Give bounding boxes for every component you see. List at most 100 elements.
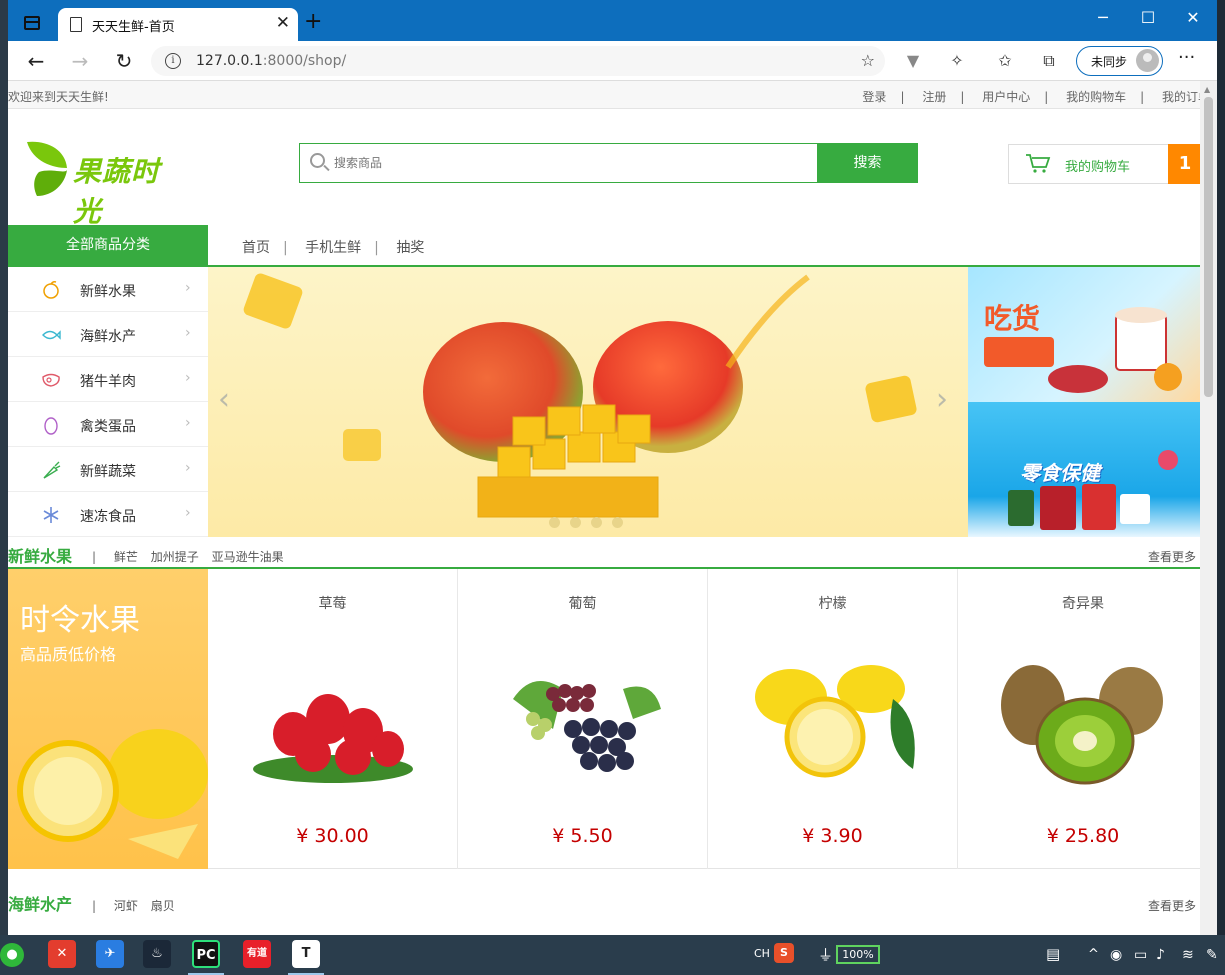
egg-icon [44, 417, 58, 435]
slider-dot[interactable] [549, 517, 560, 528]
promo-banner-snacks[interactable]: 吃货 [968, 267, 1200, 402]
sogou-icon[interactable]: S [774, 943, 794, 963]
product-card[interactable]: 奇异果 ¥ 25.80 [958, 569, 1200, 869]
category-item-eggs[interactable]: 禽类蛋品 › [8, 402, 208, 447]
sub-link-mango[interactable]: 鲜芒 [114, 550, 138, 564]
seasonal-promo[interactable]: 时令水果 高品质低价格 [8, 569, 208, 869]
floor-sub-links: | 鲜芒 加州提子 亚马逊牛油果 [92, 550, 284, 564]
floor-sub-links: | 河虾 扇贝 [92, 899, 175, 913]
search-input[interactable] [334, 153, 804, 173]
sub-link-scallop[interactable]: 扇贝 [151, 899, 175, 913]
all-categories-button[interactable]: 全部商品分类 [8, 225, 208, 265]
category-item-meat[interactable]: 猪牛羊肉 › [8, 357, 208, 402]
product-name[interactable]: 奇异果 [958, 593, 1200, 613]
volume-icon[interactable]: ♪ [1156, 947, 1165, 963]
product-price: ¥ 5.50 [552, 825, 613, 847]
category-item-fruit[interactable]: 新鲜水果 › [8, 267, 208, 312]
pen-icon[interactable]: ✎ [1206, 947, 1218, 963]
feishu-icon[interactable]: ✈ [96, 940, 124, 968]
product-card[interactable]: 草莓 ¥ 30.00 [208, 569, 458, 869]
refresh-icon[interactable]: ↻ [110, 49, 138, 73]
product-card[interactable]: 柠檬 ¥ 3.90 [708, 569, 958, 869]
meat-icon [42, 373, 60, 387]
typora-icon[interactable]: T [292, 940, 320, 968]
close-window-icon[interactable]: ✕ [1183, 8, 1203, 27]
sub-link-grapes[interactable]: 加州提子 [151, 550, 199, 564]
close-tab-icon[interactable]: ✕ [276, 13, 290, 33]
more-options-icon[interactable]: ··· [1178, 47, 1195, 68]
qq-icon[interactable]: ◉ [1110, 947, 1122, 963]
forward-icon[interactable]: → [66, 49, 94, 73]
slider-dot[interactable] [612, 517, 623, 528]
slider-next-icon[interactable]: › [936, 382, 948, 417]
ime-indicator[interactable]: CH [754, 947, 770, 960]
category-item-vegetables[interactable]: 新鲜蔬菜 › [8, 447, 208, 492]
pycharm-icon[interactable]: PC [192, 940, 220, 968]
my-cart-link[interactable]: 我的购物车 [1066, 90, 1126, 104]
scroll-up-icon[interactable]: ▲ [1204, 85, 1210, 94]
browser-tab[interactable]: 天天生鲜-首页 ✕ [58, 8, 298, 41]
login-link[interactable]: 登录 [862, 90, 886, 104]
category-label: 海鲜水产 [80, 329, 136, 345]
search-button[interactable]: 搜索 [817, 143, 918, 183]
sub-link-shrimp[interactable]: 河虾 [114, 899, 138, 913]
maximize-icon[interactable]: ☐ [1138, 8, 1158, 27]
profile-button[interactable]: 未同步 [1076, 46, 1163, 76]
slider-prev-icon[interactable]: ‹ [218, 382, 230, 417]
device-icon[interactable]: ▭ [1134, 947, 1147, 963]
cart-box[interactable]: 我的购物车 1 [1008, 144, 1200, 184]
notification-icon[interactable]: ▤ [1046, 945, 1060, 963]
nav-lottery[interactable]: 抽奖 [396, 240, 424, 256]
favorites-icon[interactable]: ✩ [994, 51, 1016, 70]
view-more-link[interactable]: 查看更多 [1148, 548, 1196, 565]
view-more-link[interactable]: 查看更多 [1148, 897, 1196, 914]
product-name[interactable]: 葡萄 [458, 593, 707, 613]
minimize-icon[interactable]: ─ [1093, 8, 1113, 27]
product-card[interactable]: 葡萄 ¥ 5.50 [458, 569, 708, 869]
banner-slider[interactable]: ‹ › [208, 267, 968, 537]
nav-mobile-fresh[interactable]: 手机生鲜 [305, 240, 361, 256]
wechat-icon[interactable]: ● [0, 943, 24, 967]
slider-dot[interactable] [591, 517, 602, 528]
page-scrollbar[interactable]: ▲ [1200, 81, 1217, 935]
collections-icon[interactable]: ⧉ [1038, 51, 1060, 71]
category-item-frozen[interactable]: 速冻食品 › [8, 492, 208, 537]
address-bar[interactable]: i 127.0.0.1:8000/shop/ ☆ [151, 46, 885, 76]
battery-indicator[interactable]: 100% [836, 945, 880, 964]
site-topbar: 欢迎来到天天生鲜! 登录| 注册| 用户中心| 我的购物车| 我的订单 [8, 81, 1200, 109]
avatar-icon [1136, 49, 1159, 72]
extension-v-icon[interactable]: ▼ [902, 51, 924, 70]
my-orders-link[interactable]: 我的订单 [1162, 90, 1200, 104]
category-list: 新鲜水果 › 海鲜水产 › 猪牛羊肉 › 禽类蛋品 › 新鲜蔬菜 › 速冻食品 … [8, 267, 208, 537]
floor-title[interactable]: 海鲜水产 [8, 891, 72, 915]
nav-links: 首页 | 手机生鲜 | 抽奖 [242, 240, 425, 256]
new-tab-icon[interactable]: + [304, 9, 322, 34]
leaf-logo-icon [27, 141, 67, 196]
sub-link-avocado[interactable]: 亚马逊牛油果 [212, 550, 284, 564]
back-icon[interactable]: ← [22, 49, 50, 73]
promo-banner-health[interactable]: 零食保健 [968, 402, 1200, 537]
wifi-icon[interactable]: ≋ [1182, 947, 1194, 963]
user-center-link[interactable]: 用户中心 [982, 90, 1030, 104]
site-logo[interactable]: 果蔬时光 [25, 138, 185, 228]
nav-home[interactable]: 首页 [242, 240, 270, 256]
product-name[interactable]: 柠檬 [708, 593, 957, 613]
info-icon[interactable]: i [165, 53, 181, 69]
floor-title[interactable]: 新鲜水果 [8, 543, 72, 567]
product-name[interactable]: 草莓 [208, 593, 457, 613]
extensions-icon[interactable]: ✧ [946, 51, 968, 70]
banner-area: 新鲜水果 › 海鲜水产 › 猪牛羊肉 › 禽类蛋品 › 新鲜蔬菜 › 速冻食品 … [8, 267, 1200, 537]
xmind-icon[interactable]: ✕ [48, 940, 76, 968]
register-link[interactable]: 注册 [922, 90, 946, 104]
add-favorite-icon[interactable]: ☆ [861, 51, 875, 70]
youdao-icon[interactable]: 有道 [243, 940, 271, 968]
scrollbar-thumb[interactable] [1204, 97, 1213, 397]
slider-dot[interactable] [570, 517, 581, 528]
tray-expand-icon[interactable]: ^ [1088, 947, 1099, 962]
strawberry-image [253, 689, 413, 783]
tab-actions-icon[interactable] [24, 16, 40, 30]
category-item-seafood[interactable]: 海鲜水产 › [8, 312, 208, 357]
steam-icon[interactable]: ♨ [143, 940, 171, 968]
chevron-right-icon: › [185, 325, 191, 341]
fish-icon [42, 330, 61, 340]
